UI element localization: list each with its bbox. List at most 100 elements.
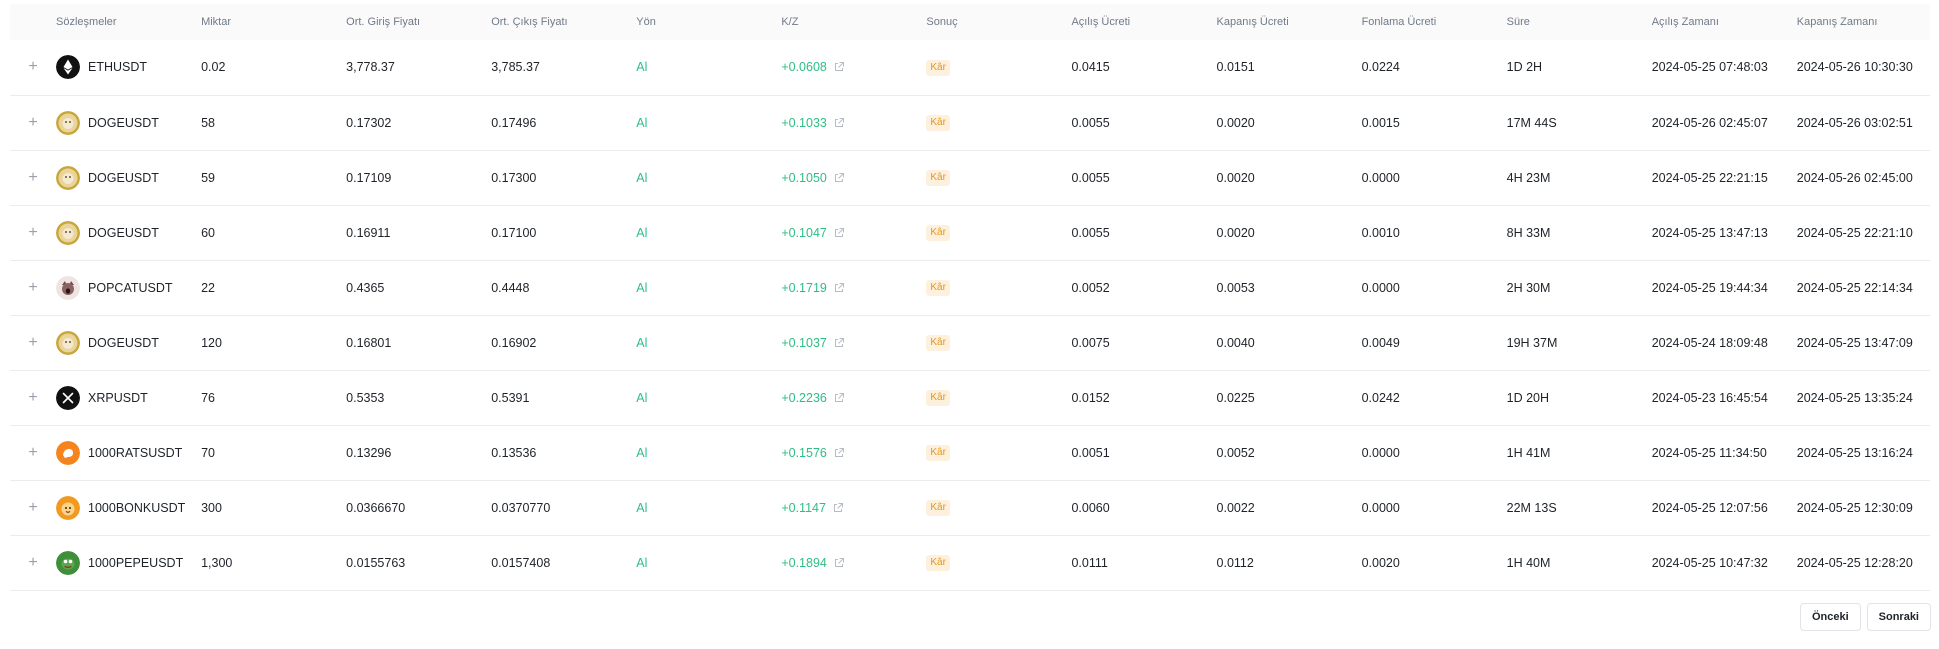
doge-icon xyxy=(56,110,81,135)
header-close-time: Kapanış Zamanı xyxy=(1796,16,1878,28)
avg-exit-cell: 0.0370770 xyxy=(491,500,551,515)
external-link-icon[interactable] xyxy=(832,502,844,514)
close-time-cell: 2024-05-25 13:35:24 xyxy=(1796,390,1913,405)
pagination: Önceki Sonraki xyxy=(1799,603,1931,631)
quantity-cell: 1,300 xyxy=(201,555,233,570)
pnl-value: +0.1576 xyxy=(781,445,827,460)
expand-row-button[interactable]: + xyxy=(10,370,56,425)
header-side: Yön xyxy=(636,16,656,28)
expand-row-button[interactable]: + xyxy=(10,535,56,590)
expand-row-button[interactable]: + xyxy=(10,205,56,260)
expand-row-button[interactable]: + xyxy=(10,95,56,150)
avg-exit-cell: 0.17496 xyxy=(491,115,537,130)
close-fee-cell: 0.0020 xyxy=(1216,170,1255,185)
avg-exit-cell: 0.16902 xyxy=(491,335,537,350)
open-fee-cell: 0.0415 xyxy=(1071,60,1110,75)
pnl-cell: +0.1037 xyxy=(781,336,845,350)
contract-symbol: DOGEUSDT xyxy=(88,115,159,130)
pnl-value: +0.1894 xyxy=(781,555,827,570)
result-badge: Kâr xyxy=(926,59,950,76)
table-row: + DOGEUSDT 120 0.16801 0.16902 Al +0.1037 Kâr 0.… xyxy=(10,315,1930,370)
external-link-icon[interactable] xyxy=(833,337,845,349)
header-contracts: Sözleşmeler xyxy=(56,16,117,28)
contract-cell: DOGEUSDT xyxy=(56,110,201,135)
expand-row-button[interactable]: + xyxy=(10,480,56,535)
avg-exit-cell: 0.0157408 xyxy=(491,555,551,570)
doge-icon xyxy=(56,165,81,190)
header-quantity: Miktar xyxy=(201,16,232,28)
avg-entry-cell: 0.0366670 xyxy=(346,500,406,515)
duration-cell: 4H 23M xyxy=(1506,170,1551,185)
contract-symbol: POPCATUSDT xyxy=(88,280,173,295)
contract-cell: POPCATUSDT xyxy=(56,275,201,300)
close-time-cell: 2024-05-25 12:28:20 xyxy=(1796,555,1913,570)
open-time-cell: 2024-05-25 13:47:13 xyxy=(1651,225,1768,240)
pnl-value: +0.1147 xyxy=(781,500,826,515)
side-cell: Al xyxy=(636,60,648,75)
close-fee-cell: 0.0022 xyxy=(1216,500,1255,515)
result-badge: Kâr xyxy=(926,555,950,571)
contract-symbol: 1000PEPEUSDT xyxy=(88,555,184,570)
contract-cell: DOGEUSDT xyxy=(56,165,201,190)
table-body: + ETHUSDT 0.02 3,778.37 3,785.37 Al +0.0608 Kâr… xyxy=(10,40,1930,590)
header-close-fee: Kapanış Ücreti xyxy=(1216,16,1289,28)
pnl-value: +0.1047 xyxy=(781,225,827,240)
quantity-cell: 300 xyxy=(201,500,222,515)
duration-cell: 1H 40M xyxy=(1506,555,1551,570)
header-funding-fee: Fonlama Ücreti xyxy=(1361,16,1437,28)
avg-exit-cell: 0.5391 xyxy=(491,390,530,405)
side-cell: Al xyxy=(636,390,648,405)
pnl-cell: +0.0608 xyxy=(781,60,845,74)
external-link-icon[interactable] xyxy=(833,557,845,569)
prev-page-button[interactable]: Önceki xyxy=(1799,603,1861,631)
contract-symbol: DOGEUSDT xyxy=(88,225,159,240)
external-link-icon[interactable] xyxy=(833,61,845,73)
header-expand xyxy=(10,4,56,40)
duration-cell: 1D 20H xyxy=(1506,390,1550,405)
expand-row-button[interactable]: + xyxy=(10,315,56,370)
expand-row-button[interactable]: + xyxy=(10,425,56,480)
funding-fee-cell: 0.0000 xyxy=(1361,280,1400,295)
bonk-icon xyxy=(56,495,81,520)
quantity-cell: 120 xyxy=(201,335,222,350)
expand-row-button[interactable]: + xyxy=(10,150,56,205)
doge-icon xyxy=(56,330,81,355)
pnl-cell: +0.1050 xyxy=(781,171,845,185)
funding-fee-cell: 0.0010 xyxy=(1361,225,1400,240)
external-link-icon[interactable] xyxy=(833,447,845,459)
close-time-cell: 2024-05-26 10:30:30 xyxy=(1796,60,1913,75)
close-time-cell: 2024-05-25 12:30:09 xyxy=(1796,500,1913,515)
table-row: + ETHUSDT 0.02 3,778.37 3,785.37 Al +0.0608 Kâr… xyxy=(10,40,1930,95)
pnl-cell: +0.1147 xyxy=(781,501,844,515)
funding-fee-cell: 0.0049 xyxy=(1361,335,1400,350)
expand-row-button[interactable]: + xyxy=(10,40,56,95)
external-link-icon[interactable] xyxy=(833,282,845,294)
open-fee-cell: 0.0060 xyxy=(1071,500,1110,515)
side-cell: Al xyxy=(636,335,648,350)
avg-entry-cell: 0.17109 xyxy=(346,170,392,185)
external-link-icon[interactable] xyxy=(833,227,845,239)
pnl-value: +0.1033 xyxy=(781,115,827,130)
duration-cell: 2H 30M xyxy=(1506,280,1551,295)
table-header-row: Sözleşmeler Miktar Ort. Giriş Fiyatı Ort… xyxy=(10,4,1930,40)
header-result: Sonuç xyxy=(926,16,958,28)
avg-exit-cell: 3,785.37 xyxy=(491,60,540,75)
external-link-icon[interactable] xyxy=(833,172,845,184)
open-fee-cell: 0.0075 xyxy=(1071,335,1110,350)
duration-cell: 22M 13S xyxy=(1506,500,1557,515)
next-page-button[interactable]: Sonraki xyxy=(1866,603,1931,631)
doge-icon xyxy=(56,220,81,245)
contract-symbol: DOGEUSDT xyxy=(88,335,159,350)
eth-icon xyxy=(56,55,81,80)
quantity-cell: 59 xyxy=(201,170,215,185)
open-time-cell: 2024-05-26 02:45:07 xyxy=(1651,115,1768,130)
external-link-icon[interactable] xyxy=(833,392,845,404)
contract-cell: 1000BONKUSDT xyxy=(56,495,201,520)
funding-fee-cell: 0.0000 xyxy=(1361,445,1400,460)
header-avg-exit: Ort. Çıkış Fiyatı xyxy=(491,16,568,28)
duration-cell: 8H 33M xyxy=(1506,225,1551,240)
close-time-cell: 2024-05-26 02:45:00 xyxy=(1796,170,1913,185)
pnl-cell: +0.1894 xyxy=(781,556,845,570)
external-link-icon[interactable] xyxy=(833,117,845,129)
expand-row-button[interactable]: + xyxy=(10,260,56,315)
